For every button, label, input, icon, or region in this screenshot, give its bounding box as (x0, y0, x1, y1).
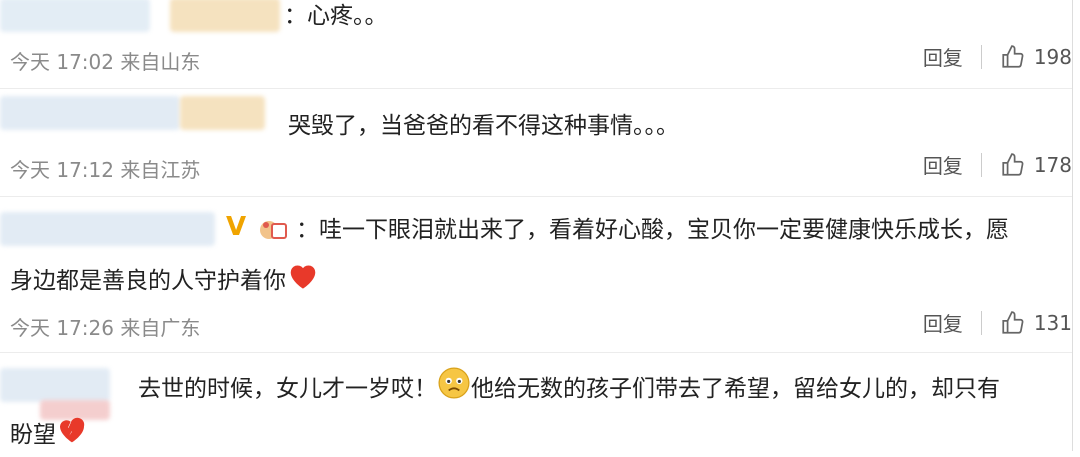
comment-text-line1: ：哇一下眼泪就出来了，看着好心酸，宝贝你一定要健康快乐成长，愿 (296, 217, 1009, 243)
comment-actions: 回复 178 (923, 150, 1072, 179)
comment-item: V ：哇一下眼泪就出来了，看着好心酸，宝贝你一定要健康快乐成长，愿 身边都是善良… (0, 200, 1072, 348)
comment-text: 哭毁了，当爸爸的看不得这种事情。。。 (288, 113, 679, 139)
blurred-username (0, 96, 180, 130)
fan-badge-icon (258, 216, 290, 244)
reply-button[interactable]: 回复 (923, 42, 963, 71)
comment-meta: 今天 17:02 来自山东 (10, 50, 201, 74)
comment-item: ：心疼。。 今天 17:02 来自山东 回复 198 (0, 0, 1072, 86)
thumbs-up-icon (1002, 44, 1024, 68)
like-count: 178 (1033, 152, 1072, 177)
like-button[interactable]: 198 (1000, 44, 1072, 70)
divider (980, 310, 982, 335)
comment-meta: 今天 17:12 来自江苏 (10, 158, 201, 182)
verified-badge: V (226, 212, 247, 242)
comment-meta: 今天 17:26 来自广东 (10, 316, 201, 340)
like-button[interactable]: 178 (1000, 152, 1072, 178)
divider (0, 352, 1072, 353)
comment-text-part: 他给无数的孩子们带去了希望，留给女儿的，却只有 (471, 376, 1000, 402)
blurred-username (180, 96, 265, 130)
divider (980, 44, 982, 69)
like-count: 131 (1033, 310, 1072, 335)
comment-text-line2-content: 盼望 (10, 422, 56, 448)
reply-button[interactable]: 回复 (923, 308, 963, 337)
divider (980, 152, 982, 177)
comment-actions: 回复 131 (923, 308, 1072, 337)
divider (0, 196, 1072, 197)
comment-item: 去世的时候，女儿才一岁哎！ 他给无数的孩子们带去了希望，留给女儿的，却只有 盼望 (0, 356, 1072, 451)
sad-face-emoji (437, 366, 471, 413)
comment-text-line1: 去世的时候，女儿才一岁哎！ 他给无数的孩子们带去了希望，留给女儿的，却只有 (138, 366, 1000, 413)
comment-text: ：心疼。。 (284, 3, 388, 29)
reply-button[interactable]: 回复 (923, 150, 963, 179)
comment-list: ：心疼。。 今天 17:02 来自山东 回复 198 哭毁了，当爸爸的看不得这种… (0, 0, 1073, 451)
comment-item: 哭毁了，当爸爸的看不得这种事情。。。 今天 17:12 来自江苏 回复 178 (0, 92, 1072, 192)
like-button[interactable]: 131 (1000, 310, 1072, 336)
blurred-username (170, 0, 280, 32)
like-count: 198 (1033, 44, 1072, 69)
divider (0, 88, 1072, 89)
thumbs-up-icon (1002, 310, 1024, 334)
blurred-username (0, 212, 215, 246)
comment-actions: 回复 198 (923, 42, 1072, 71)
comment-text-line2-content: 身边都是善良的人守护着你 (10, 268, 286, 294)
thumbs-up-icon (1002, 152, 1024, 176)
comment-text-part: 去世的时候，女儿才一岁哎！ (138, 376, 437, 402)
blurred-username (0, 0, 150, 32)
blurred-username (0, 368, 110, 402)
red-heart-icon (286, 260, 320, 303)
comment-text-line2: 身边都是善良的人守护着你 (10, 260, 320, 303)
